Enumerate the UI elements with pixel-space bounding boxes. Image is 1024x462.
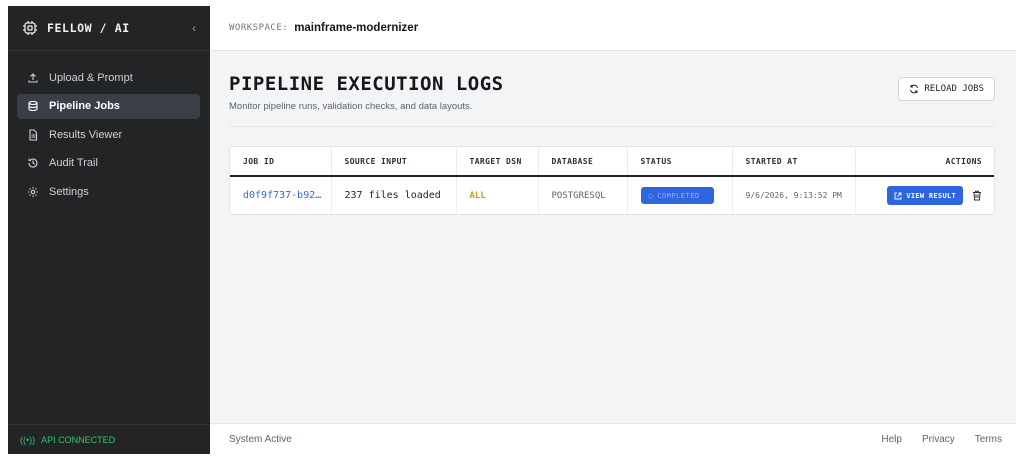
app-window: FELLOW / AI ‹ Upload & Prompt Pipeline J… — [8, 6, 1016, 454]
page-heading-group: PIPELINE EXECUTION LOGS Monitor pipeline… — [229, 70, 504, 112]
upload-icon — [27, 72, 39, 84]
started-at-value: 9/6/2026, 9:13:52 PM — [745, 191, 842, 200]
jobs-table: JOB ID SOURCE INPUT TARGET DSN DATABASE … — [230, 147, 994, 214]
trash-icon[interactable] — [972, 190, 982, 201]
database-icon — [27, 100, 39, 112]
row-actions: VIEW RESULT — [887, 186, 982, 205]
sidebar-item-label: Pipeline Jobs — [49, 100, 120, 112]
sidebar-item-label: Settings — [49, 185, 89, 198]
sidebar-item-audit-trail[interactable]: Audit Trail — [17, 151, 200, 176]
page-title: PIPELINE EXECUTION LOGS — [229, 73, 504, 95]
workspace-label: WORKSPACE: — [229, 23, 289, 33]
page-header: PIPELINE EXECUTION LOGS Monitor pipeline… — [229, 70, 995, 112]
column-header-actions: ACTIONS — [945, 156, 982, 166]
page-content: PIPELINE EXECUTION LOGS Monitor pipeline… — [210, 51, 1016, 423]
reload-jobs-button[interactable]: RELOAD JOBS — [898, 77, 995, 101]
sidebar-item-pipeline-jobs[interactable]: Pipeline Jobs — [17, 93, 200, 119]
sidebar-nav: Upload & Prompt Pipeline Jobs Results Vi… — [8, 51, 210, 208]
footer: System Active Help Privacy Terms — [210, 423, 1016, 454]
gear-icon — [27, 186, 39, 198]
sidebar-item-results-viewer[interactable]: Results Viewer — [17, 122, 200, 147]
refresh-icon — [910, 84, 919, 94]
api-status: ((•)) API CONNECTED — [8, 424, 210, 454]
sidebar: FELLOW / AI ‹ Upload & Prompt Pipeline J… — [8, 6, 210, 454]
topbar: WORKSPACE: mainframe-modernizer — [210, 6, 1016, 51]
sidebar-item-label: Upload & Prompt — [49, 71, 133, 84]
external-link-icon — [894, 192, 902, 199]
footer-link-help[interactable]: Help — [881, 434, 902, 445]
api-status-label: API CONNECTED — [41, 434, 116, 445]
signal-icon: ((•)) — [20, 434, 36, 445]
document-icon — [27, 128, 39, 141]
column-header-target-dsn: TARGET DSN — [456, 147, 539, 176]
workspace-name: mainframe-modernizer — [294, 22, 419, 34]
sidebar-item-label: Results Viewer — [49, 128, 123, 141]
status-badge: ○ COMPLETED — [640, 187, 714, 204]
chip-logo-icon — [22, 20, 38, 36]
view-result-label: VIEW RESULT — [906, 191, 956, 200]
footer-links: Help Privacy Terms — [881, 434, 1002, 445]
header-divider — [229, 126, 995, 127]
table-header-row: JOB ID SOURCE INPUT TARGET DSN DATABASE … — [230, 147, 994, 176]
source-input-value: 237 files loaded — [344, 190, 441, 201]
chevron-left-icon[interactable]: ‹ — [192, 21, 196, 35]
main-area: WORKSPACE: mainframe-modernizer PIPELINE… — [210, 6, 1016, 454]
table-row: d0f9f737-b92… 237 files loaded ALL POSTG… — [230, 176, 994, 214]
column-header-job-id: JOB ID — [230, 147, 332, 176]
column-header-database: DATABASE — [538, 147, 628, 176]
database-value: POSTGRESQL — [551, 191, 606, 201]
footer-link-privacy[interactable]: Privacy — [922, 434, 955, 445]
sidebar-item-label: Audit Trail — [49, 157, 98, 169]
target-dsn-value: ALL — [469, 191, 486, 201]
footer-link-terms[interactable]: Terms — [975, 434, 1002, 445]
column-header-status: STATUS — [627, 147, 733, 176]
sidebar-item-settings[interactable]: Settings — [17, 179, 200, 204]
reload-jobs-label: RELOAD JOBS — [924, 84, 984, 94]
job-id-link[interactable]: d0f9f737-b92… — [243, 190, 321, 201]
sidebar-item-upload-prompt[interactable]: Upload & Prompt — [17, 65, 200, 90]
column-header-started-at: STARTED AT — [732, 147, 856, 176]
column-header-source-input: SOURCE INPUT — [331, 147, 457, 176]
brand-bar: FELLOW / AI ‹ — [8, 6, 210, 51]
jobs-table-card: JOB ID SOURCE INPUT TARGET DSN DATABASE … — [229, 146, 995, 215]
view-result-button[interactable]: VIEW RESULT — [887, 186, 963, 205]
system-status: System Active — [229, 433, 292, 445]
check-circle-icon: ○ — [648, 191, 654, 200]
history-icon — [27, 157, 39, 169]
page-subtitle: Monitor pipeline runs, validation checks… — [229, 101, 473, 112]
status-label: COMPLETED — [657, 191, 700, 200]
brand-name: FELLOW / AI — [47, 21, 130, 35]
